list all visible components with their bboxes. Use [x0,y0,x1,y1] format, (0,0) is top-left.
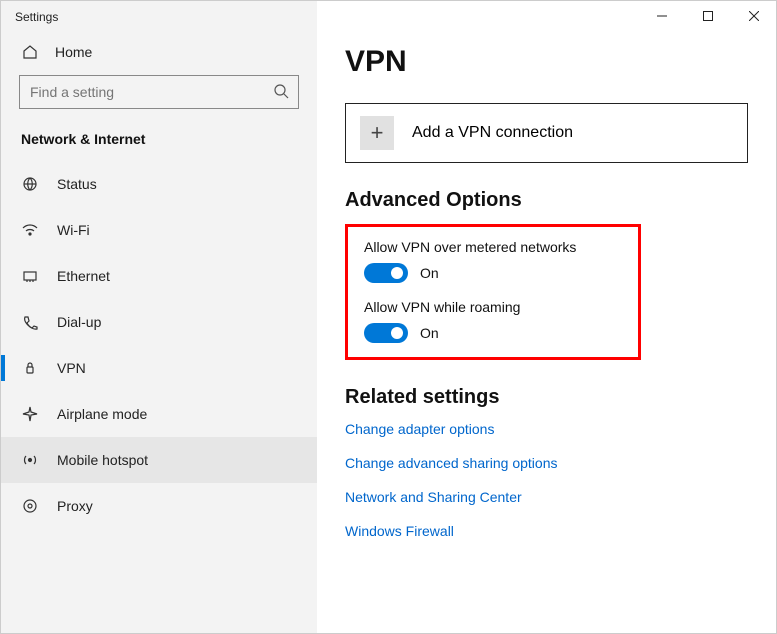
add-vpn-button[interactable]: + Add a VPN connection [345,103,748,163]
dialup-icon [21,313,39,331]
advanced-options-highlight: Allow VPN over metered networks On Allow… [345,224,641,360]
toggle-roaming-state: On [420,325,439,341]
plus-icon: + [360,116,394,150]
sidebar-item-label: Status [57,176,97,192]
related-heading: Related settings [345,386,748,409]
status-icon [21,175,39,193]
maximize-button[interactable] [685,1,731,32]
sidebar-item-wifi[interactable]: Wi-Fi [1,207,317,253]
window-title: Settings [1,1,317,33]
home-icon [21,43,39,61]
link-adapter[interactable]: Change adapter options [345,421,748,437]
sidebar-item-label: VPN [57,360,86,376]
hotspot-icon [21,451,39,469]
link-center[interactable]: Network and Sharing Center [345,489,748,505]
sidebar-item-vpn[interactable]: VPN [1,345,317,391]
sidebar-item-label: Airplane mode [57,406,147,422]
sidebar-item-label: Wi-Fi [57,222,90,238]
search-input[interactable] [19,75,299,109]
toggle-metered-label: Allow VPN over metered networks [364,239,622,255]
sidebar-item-status[interactable]: Status [1,161,317,207]
sidebar-item-hotspot[interactable]: Mobile hotspot [1,437,317,483]
sidebar-section-title: Network & Internet [1,127,317,161]
sidebar-item-ethernet[interactable]: Ethernet [1,253,317,299]
wifi-icon [21,221,39,239]
main-content: VPN + Add a VPN connection Advanced Opti… [317,1,776,633]
sidebar-item-label: Proxy [57,498,93,514]
advanced-heading: Advanced Options [345,189,748,212]
toggle-metered-state: On [420,265,439,281]
proxy-icon [21,497,39,515]
toggle-roaming[interactable] [364,323,408,343]
page-title: VPN [345,45,748,79]
sidebar-item-dialup[interactable]: Dial-up [1,299,317,345]
ethernet-icon [21,267,39,285]
home-nav[interactable]: Home [1,33,317,75]
add-vpn-label: Add a VPN connection [412,124,573,142]
toggle-metered[interactable] [364,263,408,283]
home-label: Home [55,44,92,60]
sidebar-item-proxy[interactable]: Proxy [1,483,317,529]
close-button[interactable] [731,1,776,32]
airplane-icon [21,405,39,423]
sidebar-item-label: Dial-up [57,314,101,330]
sidebar-item-label: Ethernet [57,268,110,284]
vpn-icon [21,359,39,377]
link-firewall[interactable]: Windows Firewall [345,523,748,539]
sidebar-item-label: Mobile hotspot [57,452,148,468]
toggle-roaming-label: Allow VPN while roaming [364,299,622,315]
link-sharing[interactable]: Change advanced sharing options [345,455,748,471]
search-icon [273,83,289,104]
sidebar: Settings Home Network & Internet Status [1,1,317,633]
minimize-button[interactable] [639,1,685,32]
sidebar-item-airplane[interactable]: Airplane mode [1,391,317,437]
